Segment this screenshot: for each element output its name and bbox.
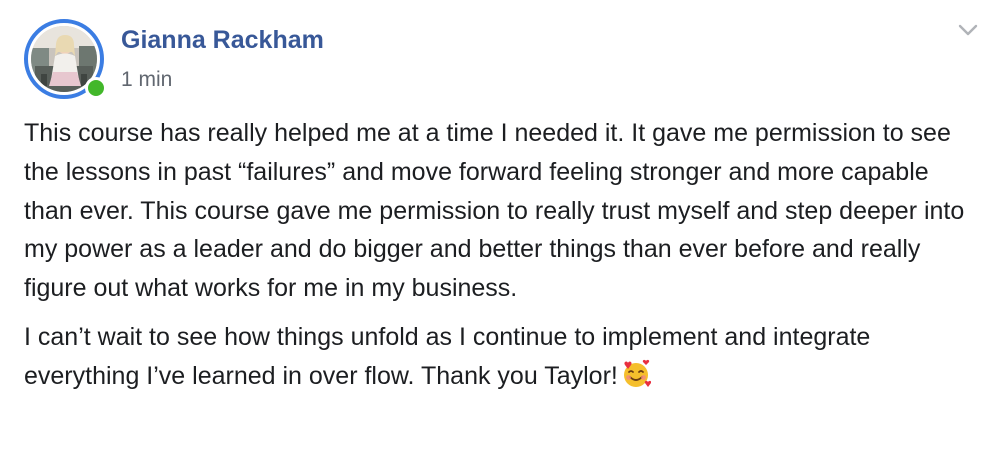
post-paragraph-1: This course has really helped me at a ti… — [24, 119, 965, 303]
author-name[interactable]: Gianna Rackham — [121, 26, 324, 55]
post-timestamp[interactable]: 1 min — [121, 68, 172, 92]
avatar-container[interactable] — [24, 19, 107, 99]
smiling-face-with-hearts-emoji — [623, 359, 651, 387]
facebook-post: Gianna Rackham 1 min This course has rea… — [0, 0, 1000, 454]
post-options-button[interactable] — [957, 21, 979, 39]
online-status-indicator — [85, 77, 107, 99]
post-paragraph-2-text: I can’t wait to see how things unfold as… — [24, 322, 871, 390]
chevron-down-icon — [958, 24, 978, 36]
post-paragraph-2: I can’t wait to see how things unfold as… — [24, 318, 974, 396]
post-body: This course has really helped me at a ti… — [24, 114, 974, 406]
